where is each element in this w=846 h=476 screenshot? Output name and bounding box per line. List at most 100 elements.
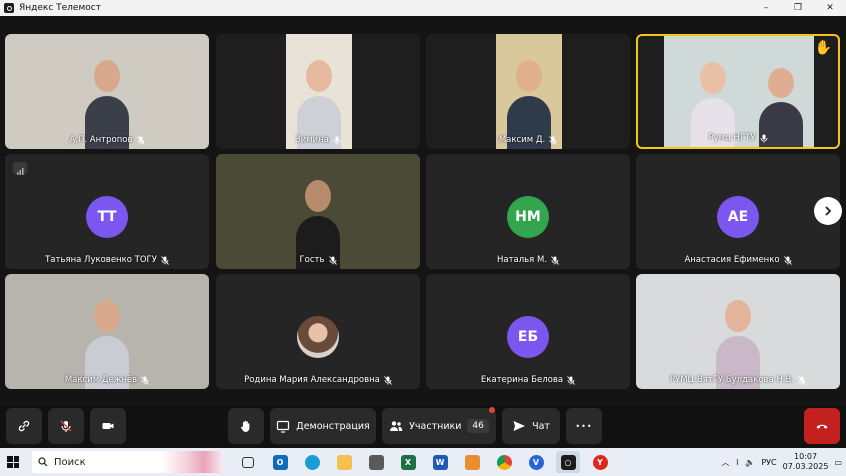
outlook-button[interactable]: O <box>268 451 292 473</box>
notification-dot <box>489 407 495 413</box>
minimize-button[interactable]: – <box>750 0 782 16</box>
participant-name: Максим Д. <box>498 135 546 145</box>
mic-icon <box>333 136 341 144</box>
participant-name-bar: Румц НГТУ <box>638 133 838 143</box>
raised-hand-icon: ✋ <box>814 40 832 56</box>
v-app-icon: V <box>528 454 544 470</box>
hand-icon <box>241 420 250 432</box>
edge-button[interactable] <box>300 451 324 473</box>
participant-tile[interactable]: ТТ Татьяна Луковенко ТОГУ <box>5 154 209 269</box>
close-window-button[interactable]: ✕ <box>814 0 846 16</box>
task-view-button[interactable] <box>236 451 260 473</box>
network-icon[interactable]: ⌇ <box>735 458 739 467</box>
mic-muted-icon <box>136 135 145 145</box>
screen-share-button[interactable]: Демонстрация <box>270 408 376 444</box>
participant-name: Родина Мария Александровна <box>244 375 380 385</box>
calculator-button[interactable] <box>364 451 388 473</box>
language-indicator[interactable]: РУС <box>761 458 776 467</box>
participant-name-bar: Анастасия Ефименко <box>636 255 840 265</box>
windows-logo-icon <box>7 456 19 468</box>
participant-tile[interactable]: РУМЦ ВятГУ Булдакова Н.В. <box>636 274 840 389</box>
telemost-icon: ○ <box>560 454 576 470</box>
participant-tile[interactable]: НМ Наталья М. <box>426 154 630 269</box>
camera-toggle-button[interactable] <box>90 408 126 444</box>
participant-video <box>5 274 209 389</box>
participant-name: Гость <box>299 255 325 265</box>
chat-button[interactable]: Чат <box>502 408 560 444</box>
end-call-button[interactable] <box>804 408 840 444</box>
participant-tile[interactable]: Родина Мария Александровна <box>216 274 420 389</box>
participant-name-bar: Родина Мария Александровна <box>216 375 420 385</box>
taskbar-clock[interactable]: 10:07 07.03.2025 <box>783 452 829 472</box>
hang-up-icon <box>816 424 828 429</box>
mic-muted-icon <box>141 375 149 385</box>
folder-icon <box>336 454 352 470</box>
next-page-button[interactable] <box>814 197 842 225</box>
participant-name-bar: Наталья М. <box>426 255 630 265</box>
participants-button[interactable]: Участники 46 <box>382 408 496 444</box>
screen-share-icon <box>277 420 290 433</box>
participant-video <box>636 274 840 389</box>
search-icon <box>38 457 48 467</box>
participant-name: А.П. Антропов <box>69 135 133 145</box>
word-button[interactable]: W <box>428 451 452 473</box>
participant-name: Максим Дежнёв <box>64 375 138 385</box>
participant-name-bar: РУМЦ ВятГУ Булдакова Н.В. <box>636 375 840 385</box>
participant-tile[interactable]: Максим Дежнёв <box>5 274 209 389</box>
mic-muted-icon <box>549 135 558 145</box>
participant-tile[interactable]: Максим Д. <box>426 34 630 149</box>
participants-icon <box>390 421 403 431</box>
participant-tile[interactable]: Зимина <box>216 34 420 149</box>
mic-muted-icon <box>567 375 575 385</box>
participant-name-bar: Максим Дежнёв <box>5 375 209 385</box>
video-grid: А.П. Антропов Зимина Максим Д. ✋ Румц НГТУ ТТ… <box>0 16 846 406</box>
participant-video <box>286 34 352 149</box>
excel-button[interactable]: X <box>396 451 420 473</box>
signal-strength-icon <box>13 162 27 175</box>
mic-muted-icon <box>161 255 169 265</box>
more-options-button[interactable]: ••• <box>566 408 602 444</box>
participant-name: Зимина <box>295 135 329 145</box>
file-explorer-button[interactable] <box>332 451 356 473</box>
participant-name-bar: Татьяна Луковенко ТОГУ <box>5 255 209 265</box>
raise-hand-button[interactable] <box>228 408 264 444</box>
chat-label: Чат <box>532 420 550 432</box>
participant-name: Екатерина Белова <box>480 375 564 385</box>
screen-share-label: Демонстрация <box>296 420 370 432</box>
telemost-taskbar-button[interactable]: ○ <box>556 451 580 473</box>
taskbar-search[interactable]: Поиск <box>32 451 222 473</box>
excel-icon: X <box>400 454 416 470</box>
chrome-button[interactable] <box>492 451 516 473</box>
microphone-toggle-button[interactable] <box>48 408 84 444</box>
task-view-icon <box>242 456 254 468</box>
word-icon: W <box>432 454 448 470</box>
copy-link-button[interactable] <box>6 408 42 444</box>
participant-tile[interactable]: ✋ Румц НГТУ <box>636 34 840 149</box>
mic-icon <box>760 134 767 142</box>
participant-tile[interactable]: АЕ Анастасия Ефименко <box>636 154 840 269</box>
participant-tile[interactable]: Гость <box>216 154 420 269</box>
photos-button[interactable] <box>460 451 484 473</box>
photos-icon <box>464 454 480 470</box>
yandex-browser-button[interactable]: Y <box>588 451 612 473</box>
participant-video <box>216 154 420 269</box>
outlook-icon: O <box>272 454 288 470</box>
participant-tile[interactable]: ЕБ Екатерина Белова <box>426 274 630 389</box>
tray-chevron-icon[interactable]: ︿ <box>721 457 729 468</box>
participant-avatar: ТТ <box>86 196 128 238</box>
volume-icon[interactable]: 🔈 <box>745 458 755 467</box>
yandex-icon: Y <box>592 454 608 470</box>
participant-tile[interactable]: А.П. Антропов <box>5 34 209 149</box>
participant-name: Румц НГТУ <box>708 133 756 143</box>
send-icon <box>513 421 526 431</box>
more-dots-icon: ••• <box>575 421 593 431</box>
notifications-icon[interactable]: ▭ <box>834 458 842 467</box>
window-titlebar: Яндекс Телемост – ❐ ✕ <box>0 0 846 16</box>
search-label: Поиск <box>54 456 86 468</box>
vpn-app-button[interactable]: V <box>524 451 548 473</box>
participant-name: Татьяна Луковенко ТОГУ <box>45 255 157 265</box>
participant-name: Анастасия Ефименко <box>684 255 780 265</box>
maximize-button[interactable]: ❐ <box>782 0 814 16</box>
participant-avatar: АЕ <box>717 196 759 238</box>
start-button[interactable] <box>0 448 26 476</box>
